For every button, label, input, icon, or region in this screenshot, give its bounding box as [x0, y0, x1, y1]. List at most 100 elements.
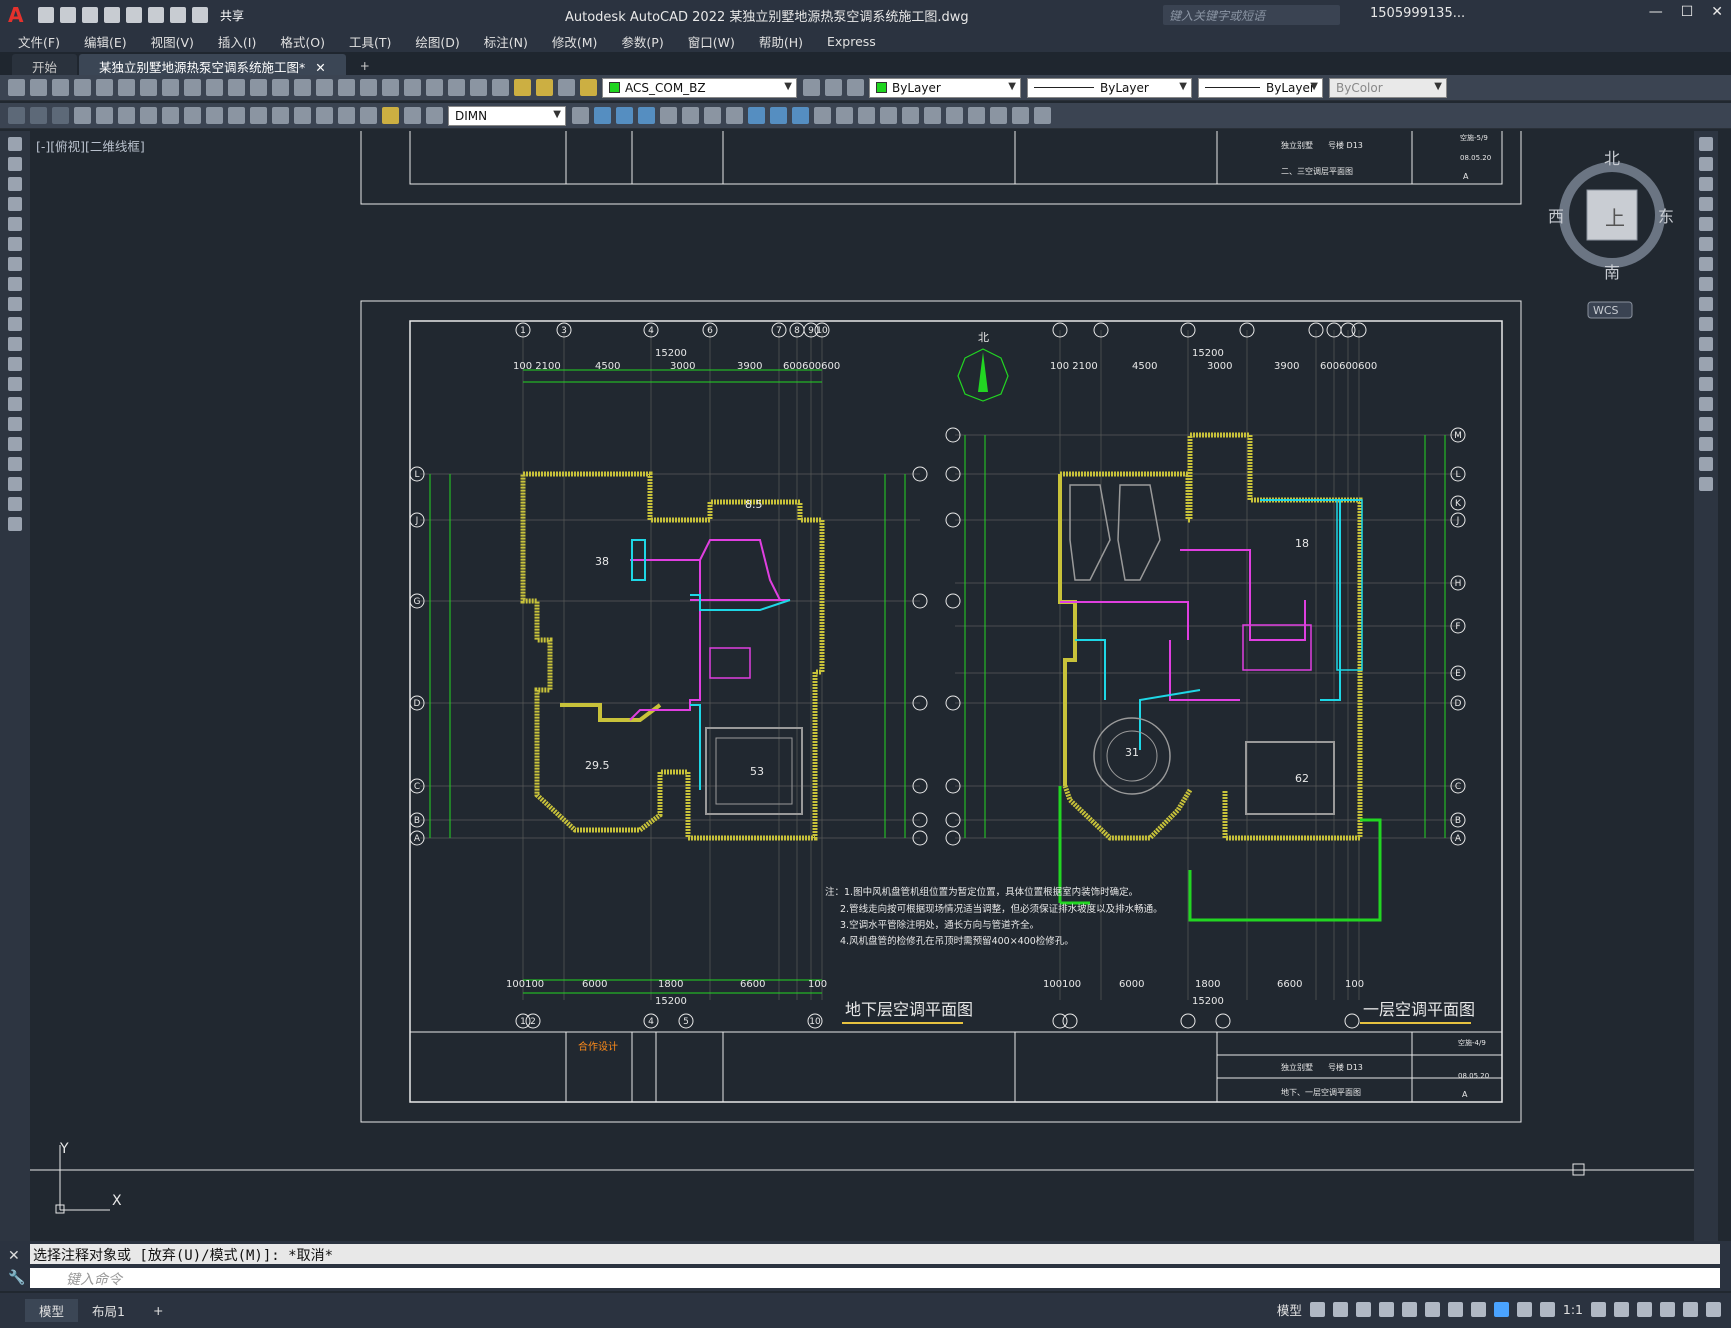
dim-aligned-icon[interactable]: [30, 107, 47, 124]
join-icon[interactable]: [1699, 397, 1713, 411]
gradient-icon[interactable]: [8, 437, 22, 451]
fillet-icon[interactable]: [1699, 437, 1713, 451]
stretch-icon[interactable]: [704, 107, 721, 124]
tab-model[interactable]: 模型: [25, 1299, 79, 1322]
menu-item-0[interactable]: 文件(F): [18, 32, 60, 51]
dim-break-icon[interactable]: [272, 107, 289, 124]
chamfer-icon[interactable]: [924, 107, 941, 124]
layer-previous-icon[interactable]: [825, 79, 842, 96]
extend-icon[interactable]: [858, 107, 875, 124]
add-selected-icon[interactable]: [8, 517, 22, 531]
drawing-canvas[interactable]: 独立别墅 号楼 D13 二、三空调层平面图 空施-5/9 08.05.20 A: [30, 131, 1694, 1241]
scale-icon[interactable]: [814, 107, 831, 124]
zoom-window-icon[interactable]: [316, 79, 333, 96]
trim-icon[interactable]: [1699, 317, 1713, 331]
menu-icon[interactable]: [1706, 1302, 1721, 1317]
dim-space-icon[interactable]: [250, 107, 267, 124]
object-snap-icon[interactable]: [1447, 1302, 1463, 1317]
auto-scale-icon[interactable]: [1516, 1302, 1532, 1317]
explode-icon[interactable]: [968, 107, 985, 124]
fillet-icon[interactable]: [946, 107, 963, 124]
redo-icon[interactable]: [250, 79, 267, 96]
calculator-icon[interactable]: [448, 79, 465, 96]
layer-properties-icon[interactable]: [492, 79, 509, 96]
annotation-scale[interactable]: 1:1: [1563, 1302, 1583, 1317]
ellipse-icon[interactable]: [8, 317, 22, 331]
ellipse-arc-icon[interactable]: [8, 337, 22, 351]
join-icon[interactable]: [902, 107, 919, 124]
saveas-icon[interactable]: [104, 7, 120, 23]
hatch-icon[interactable]: [8, 417, 22, 431]
menu-item-10[interactable]: 窗口(W): [688, 32, 735, 51]
publish-icon[interactable]: [118, 79, 135, 96]
object-snap-tracking-icon[interactable]: [1424, 1302, 1440, 1317]
user-account[interactable]: 1505999135...: [1370, 6, 1465, 21]
close-icon[interactable]: ✕: [1711, 4, 1723, 20]
layer-viewport-icon[interactable]: [558, 79, 575, 96]
hardware-accel-icon[interactable]: [1660, 1302, 1675, 1317]
sheetset-icon[interactable]: [426, 79, 443, 96]
rectangle-icon[interactable]: [8, 217, 22, 231]
save-icon[interactable]: [82, 7, 98, 23]
dim-edit-icon[interactable]: [382, 107, 399, 124]
compass-south[interactable]: 南: [1604, 263, 1620, 282]
redo-icon[interactable]: [192, 7, 208, 23]
layer-freeze-icon[interactable]: [536, 79, 553, 96]
menu-item-8[interactable]: 修改(M): [552, 32, 598, 51]
dim-diameter-icon[interactable]: [140, 107, 157, 124]
wrench-icon[interactable]: 🔧: [8, 1270, 25, 1286]
dim-angular-icon[interactable]: [162, 107, 179, 124]
array-icon[interactable]: [1699, 217, 1713, 231]
compass-east[interactable]: 东: [1658, 207, 1674, 226]
share-button[interactable]: 共享: [220, 7, 244, 24]
menu-item-4[interactable]: 格式(O): [280, 32, 325, 51]
extend-icon[interactable]: [1699, 337, 1713, 351]
move-icon[interactable]: [1699, 237, 1713, 251]
polyline-icon[interactable]: [8, 177, 22, 191]
dim-continue-icon[interactable]: [228, 107, 245, 124]
copy-object-icon[interactable]: [682, 107, 699, 124]
print-icon[interactable]: [74, 79, 91, 96]
layer-on-icon[interactable]: [514, 79, 531, 96]
line-icon[interactable]: [8, 137, 22, 151]
menu-item-2[interactable]: 视图(V): [151, 32, 194, 51]
circle-icon[interactable]: [8, 257, 22, 271]
array-icon[interactable]: [748, 107, 765, 124]
jogged-linear-icon[interactable]: [360, 107, 377, 124]
polygon-icon[interactable]: [8, 197, 22, 211]
stretch-icon[interactable]: [1699, 297, 1713, 311]
center-mark-icon[interactable]: [316, 107, 333, 124]
layer-lock-icon[interactable]: [580, 79, 597, 96]
plus-icon[interactable]: [1614, 1302, 1629, 1317]
new-icon[interactable]: [8, 79, 25, 96]
menu-item-6[interactable]: 绘图(D): [415, 32, 459, 51]
arc-icon[interactable]: [8, 237, 22, 251]
dim-radius-icon[interactable]: [96, 107, 113, 124]
make-block-icon[interactable]: [8, 377, 22, 391]
menu-item-1[interactable]: 编辑(E): [84, 32, 127, 51]
plotstyle-dropdown[interactable]: ByColor ▼: [1329, 77, 1447, 98]
table-icon[interactable]: [1034, 107, 1051, 124]
make-current-icon[interactable]: [803, 79, 820, 96]
open-icon[interactable]: [60, 7, 76, 23]
annotation-visibility-icon[interactable]: [1493, 1302, 1509, 1317]
offset-icon[interactable]: [792, 107, 809, 124]
inspect-icon[interactable]: [338, 107, 355, 124]
toolpalette-icon[interactable]: [404, 79, 421, 96]
scale-icon[interactable]: [1699, 277, 1713, 291]
matchprop-icon[interactable]: [206, 79, 223, 96]
grid-icon[interactable]: [1309, 1302, 1325, 1317]
mirror-icon[interactable]: [770, 107, 787, 124]
isolate-icon[interactable]: [1637, 1302, 1652, 1317]
designcenter-icon[interactable]: [382, 79, 399, 96]
insert-block-icon[interactable]: [8, 357, 22, 371]
explode-icon[interactable]: [1699, 477, 1713, 491]
copy-icon[interactable]: [162, 79, 179, 96]
tab-drawing[interactable]: 某独立别墅地源热泵空调系统施工图* ✕: [79, 54, 346, 75]
close-command-icon[interactable]: ✕: [8, 1248, 20, 1264]
dim-jogged-icon[interactable]: [118, 107, 135, 124]
gear-icon[interactable]: [1591, 1302, 1606, 1317]
spline-icon[interactable]: [8, 297, 22, 311]
menu-item-12[interactable]: Express: [827, 34, 876, 49]
copy-icon[interactable]: [1699, 157, 1713, 171]
